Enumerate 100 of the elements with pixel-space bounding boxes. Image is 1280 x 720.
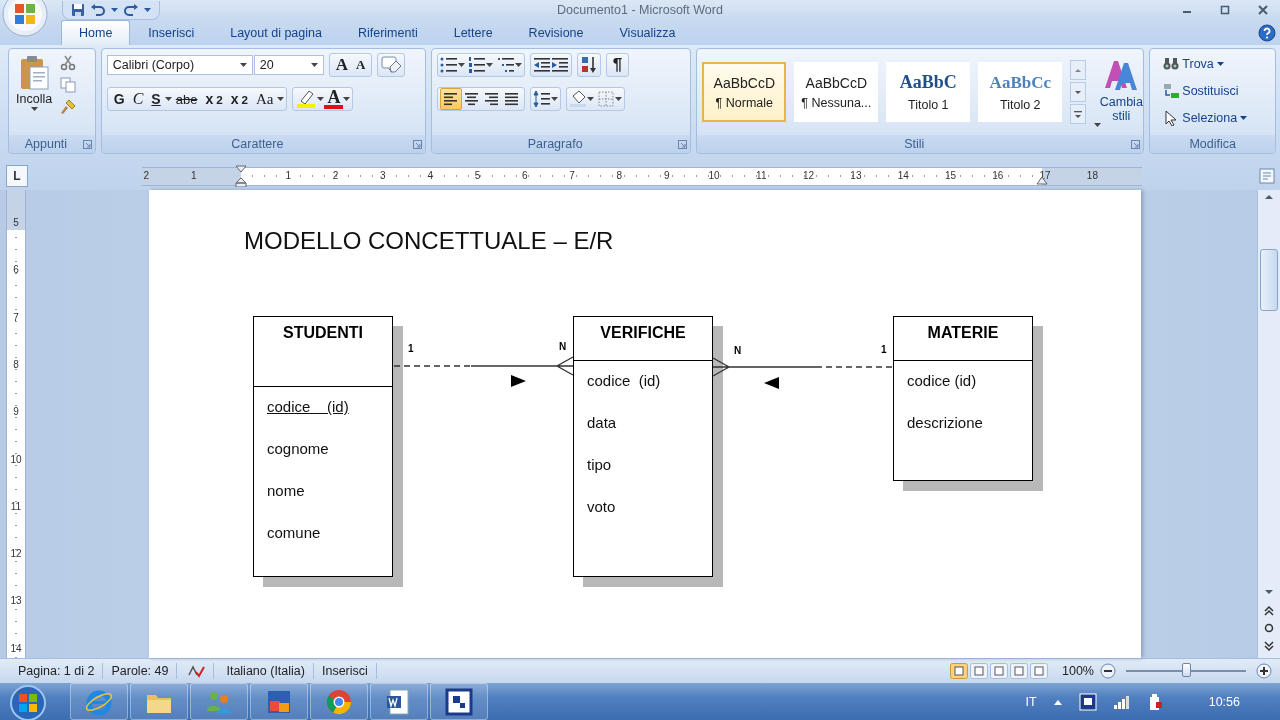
replace-icon	[1163, 82, 1180, 99]
caret-icon[interactable]	[550, 97, 558, 101]
format-painter-icon[interactable]	[60, 99, 77, 115]
zoom-level[interactable]: 100%	[1062, 664, 1094, 678]
format-button[interactable]: Aa	[251, 88, 278, 110]
ruler-number: 6	[12, 263, 20, 275]
zoom-in-icon[interactable]	[1256, 663, 1272, 679]
format-button[interactable]: S	[147, 88, 165, 110]
attribute-text: voto	[587, 497, 616, 517]
ribbon-tab[interactable]: Revisione	[510, 20, 602, 45]
zoom-out-icon[interactable]	[1100, 663, 1116, 679]
format-button[interactable]: G	[109, 88, 129, 110]
shrink-font-button[interactable]: A	[352, 54, 370, 76]
caret-icon[interactable]	[1216, 61, 1224, 66]
font-size-field[interactable]: 20	[253, 55, 324, 75]
caret-icon[interactable]	[239, 63, 247, 67]
align-left-icon[interactable]	[439, 88, 462, 110]
style-option[interactable]: AaBbCcD ¶ Normale	[702, 62, 787, 122]
caret-icon[interactable]	[111, 7, 118, 12]
input-language[interactable]: IT	[1025, 694, 1037, 709]
caret-icon[interactable]	[457, 63, 465, 67]
style-name: ¶ Nessuna...	[801, 95, 872, 110]
numbered-list-icon[interactable]	[468, 56, 487, 74]
caret-icon[interactable]	[164, 97, 172, 101]
page-count[interactable]: Pagina: 1 di 2	[10, 663, 104, 679]
close-icon[interactable]	[1258, 5, 1268, 15]
show-formatting-button[interactable]: ¶	[608, 54, 627, 76]
caret-icon[interactable]	[343, 97, 351, 101]
ribbon-tab[interactable]: Home	[61, 20, 131, 45]
ruler-number: 16	[992, 169, 1004, 181]
editing-button[interactable]: Sostituisci	[1159, 80, 1252, 101]
format-button[interactable]: abe	[171, 88, 202, 110]
word-count[interactable]: Parole: 49	[103, 663, 178, 679]
ruler-number: 12	[803, 169, 815, 181]
redo-icon[interactable]	[123, 3, 139, 16]
caret-icon[interactable]	[1094, 122, 1102, 127]
ruler-number: 2	[143, 169, 150, 181]
save-icon[interactable]	[71, 2, 85, 17]
scissors-icon[interactable]	[60, 55, 77, 71]
decrease-indent-icon[interactable]	[532, 56, 551, 74]
dialog-launcher-icon[interactable]	[1131, 139, 1141, 149]
line-spacing-icon[interactable]	[532, 90, 551, 108]
editing-button[interactable]: Trova	[1159, 53, 1252, 74]
caret-icon[interactable]	[30, 107, 38, 111]
scroll-thumb[interactable]	[1260, 249, 1278, 311]
dialog-launcher-icon[interactable]	[678, 139, 688, 149]
insert-mode-status[interactable]: Inserisci	[313, 663, 377, 679]
ribbon-tab[interactable]: Inserisci	[130, 20, 213, 45]
previous-page-icon[interactable]	[1263, 604, 1275, 616]
print-layout-icon[interactable]	[950, 663, 968, 679]
language-status[interactable]: Italiano (Italia)	[214, 663, 314, 679]
bullet-list-icon[interactable]	[439, 56, 458, 74]
ribbon-tab[interactable]: Lettere	[435, 20, 511, 45]
format-button[interactable]: C	[128, 88, 148, 110]
caret-icon[interactable]	[586, 97, 594, 101]
style-option[interactable]: AaBbCcD ¶ Nessuna...	[794, 62, 879, 122]
next-page-icon[interactable]	[1263, 640, 1275, 652]
style-preview: AaBbCcD	[805, 74, 868, 91]
undo-icon[interactable]	[90, 3, 106, 16]
caret-icon[interactable]	[1240, 115, 1248, 120]
change-styles-button[interactable]: Cambia stili	[1094, 57, 1149, 127]
ruler-number: 6	[522, 169, 528, 181]
start-button[interactable]	[8, 683, 48, 720]
ribbon-tab[interactable]: Visualizza	[601, 20, 694, 45]
dialog-launcher-icon[interactable]	[412, 139, 422, 149]
caret-icon[interactable]	[310, 63, 318, 67]
caret-icon[interactable]	[514, 63, 522, 67]
ribbon-tab[interactable]: Layout di pagina	[212, 20, 340, 45]
style-option[interactable]: AaBbCc Titolo 2	[978, 62, 1063, 122]
group-label: Appunti	[23, 137, 69, 151]
caret-icon[interactable]	[486, 63, 494, 67]
window-app-icon[interactable]	[444, 686, 474, 717]
caret-icon[interactable]	[317, 97, 325, 101]
help-icon[interactable]	[1258, 23, 1276, 42]
signal-icon[interactable]	[1112, 693, 1131, 710]
spelling-check-icon[interactable]	[187, 663, 206, 679]
increase-indent-icon[interactable]	[550, 56, 569, 74]
style-option[interactable]: AaBbC Titolo 1	[886, 62, 971, 122]
monitor-icon[interactable]	[1078, 692, 1097, 711]
browse-object-icon[interactable]	[1263, 622, 1275, 634]
highlight-icon[interactable]	[295, 89, 318, 109]
zoom-slider[interactable]	[1182, 663, 1191, 677]
indent-marker-icon[interactable]	[235, 164, 247, 187]
multilevel-list-icon[interactable]	[496, 56, 515, 74]
paste-button[interactable]: Incolla	[14, 53, 55, 131]
font-name-field[interactable]: Calibri (Corpo)	[106, 55, 253, 75]
ribbon-tab[interactable]: Riferimenti	[339, 20, 436, 45]
tab-selector-button[interactable]: L	[6, 165, 28, 187]
editing-button[interactable]: Seleziona	[1159, 107, 1252, 128]
dialog-launcher-icon[interactable]	[82, 139, 92, 149]
caret-icon[interactable]	[615, 97, 623, 101]
scrollbar[interactable]	[1257, 190, 1280, 658]
caret-icon[interactable]	[144, 7, 151, 12]
caret-icon[interactable]	[277, 97, 285, 101]
ruler-number: 10	[9, 453, 23, 464]
clock[interactable]: 10:56	[1208, 694, 1240, 709]
more-styles-icon[interactable]	[1070, 104, 1087, 124]
grow-font-button[interactable]: A	[331, 54, 353, 76]
shading-icon[interactable]	[568, 90, 587, 108]
maximize-icon[interactable]	[1220, 5, 1230, 15]
